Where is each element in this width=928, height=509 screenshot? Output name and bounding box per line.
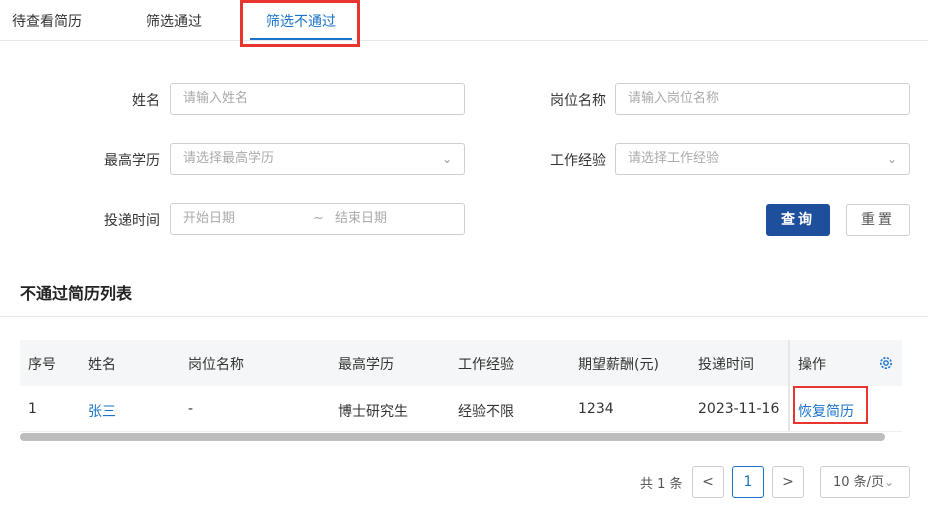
col-date: 投递时间 xyxy=(698,357,754,373)
col-name: 姓名 xyxy=(88,357,116,373)
prev-page-button[interactable]: < xyxy=(692,466,724,498)
cell-index: 1 xyxy=(28,401,37,417)
cell-education: 博士研究生 xyxy=(338,404,408,420)
col-position: 岗位名称 xyxy=(188,357,244,373)
col-salary: 期望薪酬(元) xyxy=(578,357,659,373)
tab-highlight-box xyxy=(240,0,360,47)
chevron-down-icon: ⌄ xyxy=(884,475,895,489)
query-button[interactable]: 查询 xyxy=(766,204,830,236)
experience-select-placeholder: 请选择工作经验 xyxy=(628,151,720,166)
cell-experience: 经验不限 xyxy=(458,404,514,420)
action-highlight-box xyxy=(793,386,868,424)
cell-position: - xyxy=(188,401,194,417)
col-experience: 工作经验 xyxy=(458,357,514,373)
education-select[interactable]: 请选择最高学历 ⌄ xyxy=(170,143,465,175)
experience-label: 工作经验 xyxy=(550,153,606,169)
table-header: 序号 姓名 岗位名称 最高学历 工作经验 期望薪酬(元) 投递时间 操作 xyxy=(20,340,902,386)
tab-pending[interactable]: 待查看简历 xyxy=(12,11,82,31)
horizontal-scrollbar[interactable] xyxy=(20,433,885,441)
date-separator: ~ xyxy=(313,211,324,226)
cell-name-link[interactable]: 张三 xyxy=(88,401,116,421)
position-label: 岗位名称 xyxy=(550,93,606,109)
list-title: 不通过简历列表 xyxy=(20,284,133,303)
row-divider xyxy=(20,431,902,432)
page-1-button[interactable]: 1 xyxy=(732,466,764,498)
name-input-placeholder: 请输入姓名 xyxy=(183,91,249,106)
fixed-column-shadow xyxy=(788,340,790,432)
page-size-select[interactable]: 10 条/页⌄ xyxy=(820,466,910,498)
gear-icon[interactable] xyxy=(878,355,894,371)
pagination-total: 共 1 条 xyxy=(640,477,683,492)
chevron-down-icon: ⌄ xyxy=(886,152,897,166)
end-date-placeholder: 结束日期 xyxy=(335,211,388,226)
tab-bar: 待查看简历 筛选通过 筛选不通过 xyxy=(0,0,928,41)
position-input[interactable]: 请输入岗位名称 xyxy=(615,83,910,115)
experience-select[interactable]: 请选择工作经验 ⌄ xyxy=(615,143,910,175)
date-range-picker[interactable]: 开始日期 ~ 结束日期 xyxy=(170,203,465,235)
cell-salary: 1234 xyxy=(578,401,614,417)
date-label: 投递时间 xyxy=(104,213,160,229)
col-education: 最高学历 xyxy=(338,357,394,373)
cell-date: 2023-11-16 xyxy=(698,401,780,417)
education-label: 最高学历 xyxy=(104,153,160,169)
chevron-down-icon: ⌄ xyxy=(441,152,452,166)
education-select-placeholder: 请选择最高学历 xyxy=(183,151,275,166)
col-action: 操作 xyxy=(798,357,826,373)
reset-button[interactable]: 重置 xyxy=(846,204,910,236)
col-index: 序号 xyxy=(28,357,56,373)
position-input-placeholder: 请输入岗位名称 xyxy=(628,91,720,106)
next-page-button[interactable]: > xyxy=(772,466,804,498)
tab-passed[interactable]: 筛选通过 xyxy=(146,11,202,31)
name-input[interactable]: 请输入姓名 xyxy=(170,83,465,115)
start-date-placeholder: 开始日期 xyxy=(183,211,236,226)
divider xyxy=(0,316,928,317)
page-size-value: 10 条/页 xyxy=(833,475,885,490)
name-label: 姓名 xyxy=(132,93,160,109)
